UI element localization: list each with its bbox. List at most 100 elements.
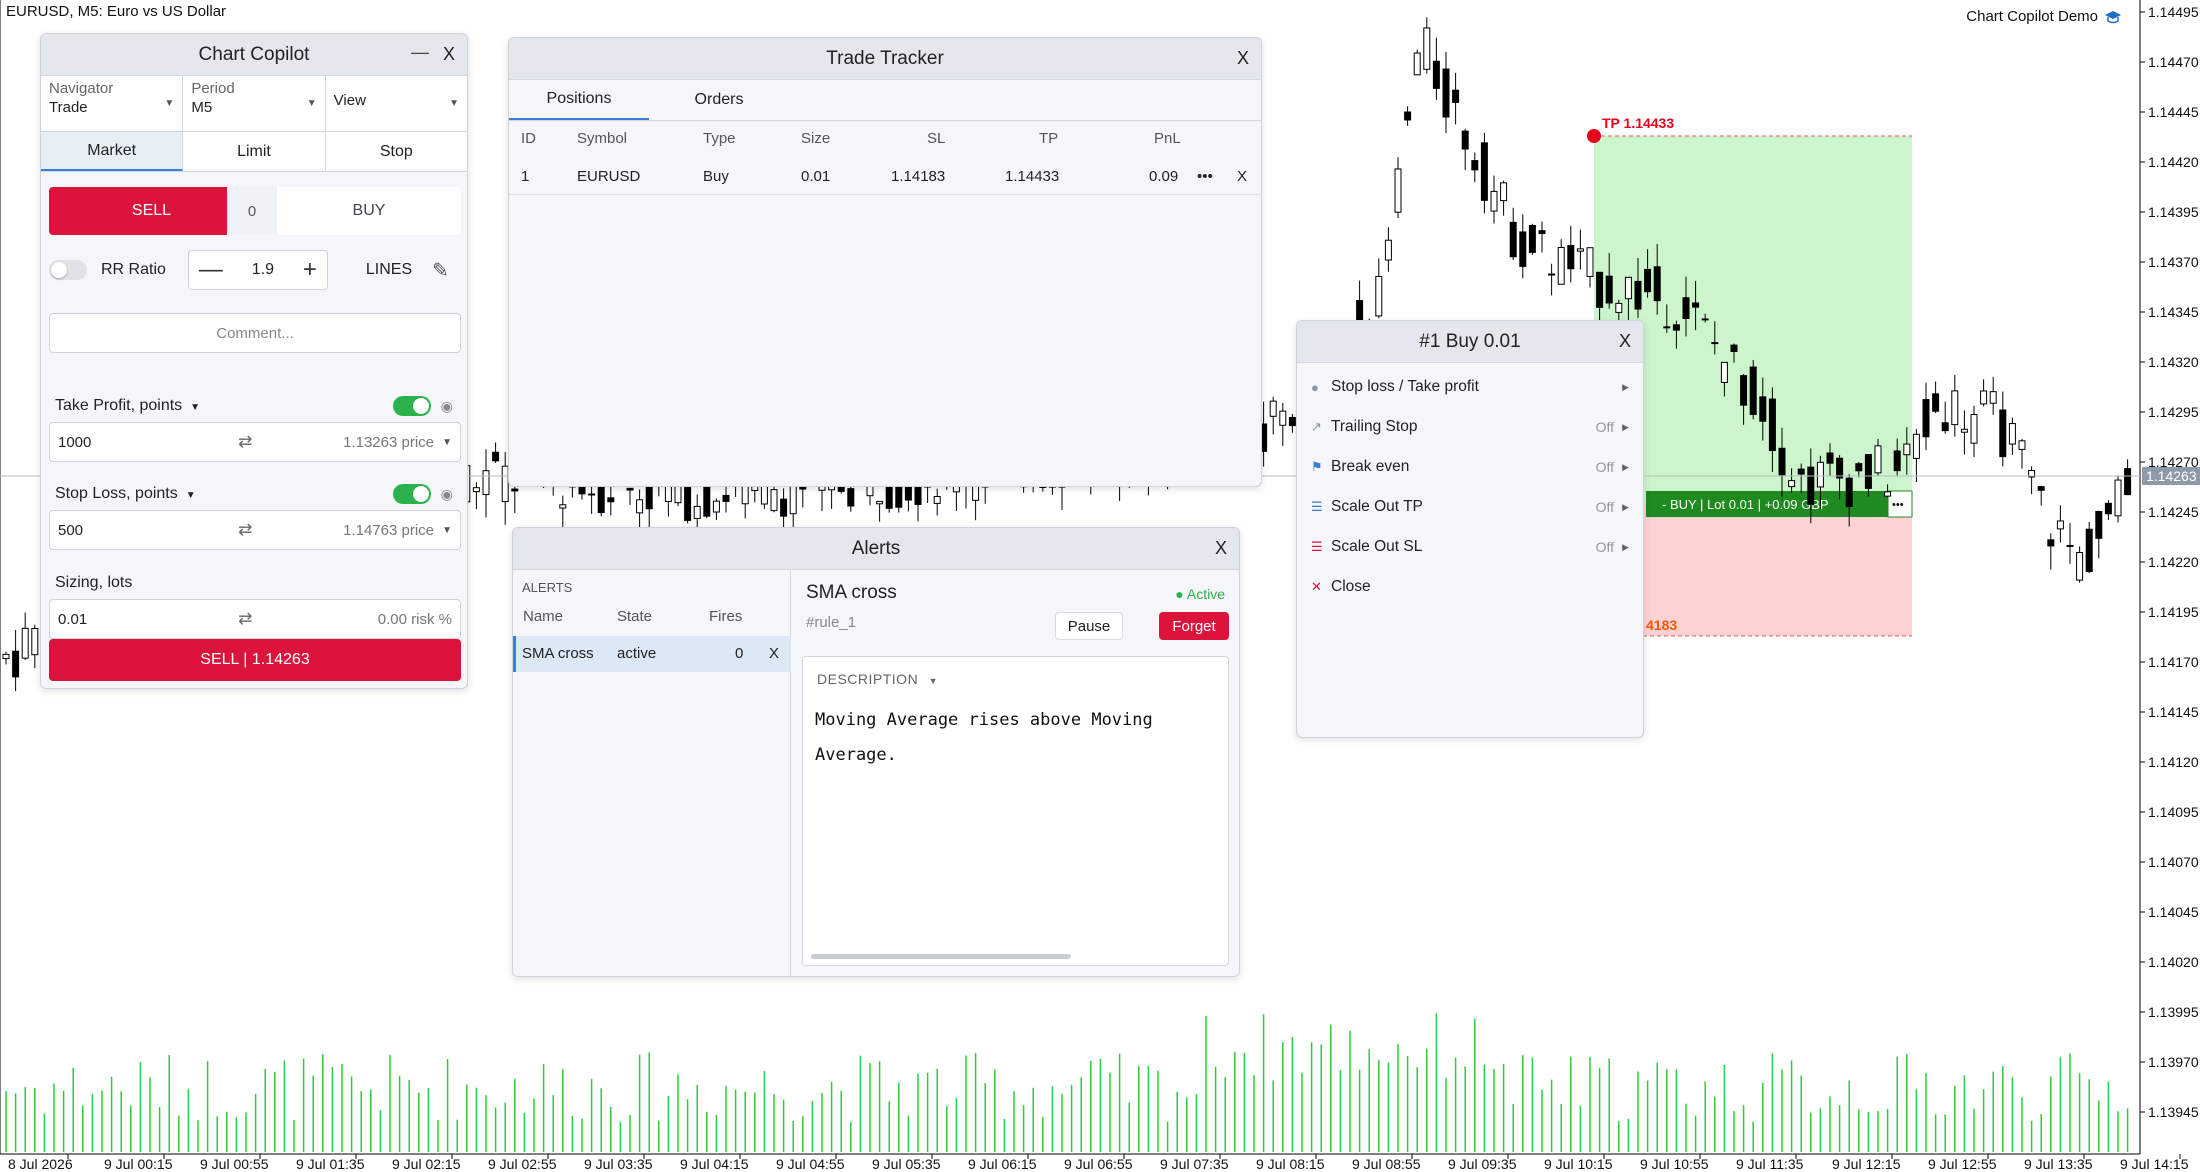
time-label: 9 Jul 02:15 — [392, 1156, 461, 1172]
time-label: 9 Jul 05:35 — [872, 1156, 941, 1172]
menu-item-sl-tp[interactable]: ● Stop loss / Take profit ▶ — [1311, 367, 1629, 407]
tracker-header[interactable]: Trade Tracker X — [509, 38, 1261, 80]
tab-stop[interactable]: Stop — [326, 132, 467, 171]
decrement-button[interactable]: — — [199, 256, 223, 284]
take-profit-label[interactable]: Take Profit, points ▼ — [55, 397, 200, 415]
candle-body — [1404, 111, 1412, 121]
candle-body — [1490, 190, 1498, 212]
take-profit-input[interactable]: 1000 — [58, 434, 238, 451]
current-price-label: 1.14263 — [2146, 468, 2197, 484]
col-id: ID — [521, 130, 536, 147]
description-box[interactable]: DESCRIPTION ▼ Moving Average rises above… — [802, 656, 1229, 966]
menu-item-break-even[interactable]: ⚑ Break even Off ▶ — [1311, 447, 1629, 487]
stop-loss-toggle[interactable] — [392, 484, 431, 504]
tab-positions[interactable]: Positions — [509, 80, 649, 120]
menu-item-scale-out-tp[interactable]: ☰ Scale Out TP Off ▶ — [1311, 487, 1629, 527]
candle-body — [1797, 468, 1805, 475]
stop-loss-label[interactable]: Stop Loss, points ▼ — [55, 485, 196, 503]
candle-body — [1989, 391, 1997, 404]
minimize-button[interactable]: — — [411, 42, 429, 63]
chevron-down-icon[interactable]: ▼ — [434, 437, 452, 448]
candle-body — [1548, 273, 1556, 276]
swap-icon[interactable]: ⇄ — [238, 432, 278, 452]
take-profit-price[interactable]: 1.13263 price — [278, 434, 434, 451]
buy-side-button[interactable]: BUY — [277, 187, 461, 235]
price-label: 1.14120 — [2148, 754, 2199, 770]
close-position-button[interactable]: X — [1237, 168, 1247, 185]
menu-item-close[interactable]: ✕ Close — [1311, 567, 1629, 607]
candle-body — [31, 627, 39, 656]
pencil-icon[interactable]: ✎ — [432, 258, 449, 283]
menu-item-scale-out-sl[interactable]: ☰ Scale Out SL Off ▶ — [1311, 527, 1629, 567]
sell-submit-button[interactable]: SELL | 1.14263 — [49, 639, 461, 681]
cell-pnl: 0.09 — [1149, 168, 1179, 185]
swap-icon[interactable]: ⇄ — [238, 609, 278, 629]
candle-body — [1423, 27, 1431, 70]
description-header[interactable]: DESCRIPTION ▼ — [817, 671, 938, 687]
delete-alert-button[interactable]: X — [769, 645, 779, 662]
horizontal-scrollbar[interactable] — [811, 954, 1071, 959]
candle-body — [607, 497, 615, 503]
close-button[interactable]: X — [1215, 538, 1227, 559]
chevron-right-icon: ▶ — [1622, 541, 1629, 552]
candle-body — [1500, 182, 1508, 202]
navigator-select[interactable]: Navigator Trade ▼ — [41, 76, 184, 131]
tab-orders[interactable]: Orders — [649, 80, 789, 120]
candle-body — [1826, 452, 1834, 464]
comment-input[interactable]: Comment... — [49, 313, 461, 353]
more-options-icon: ••• — [1892, 499, 1904, 511]
position-header[interactable]: #1 Buy 0.01 X — [1297, 321, 1643, 363]
candle-body — [21, 627, 29, 659]
rule-id: #rule_1 — [806, 614, 857, 631]
pause-button[interactable]: Pause — [1055, 612, 1123, 640]
candle-body — [1730, 344, 1738, 352]
candle-body — [1528, 224, 1536, 253]
time-label: 9 Jul 10:55 — [1640, 1156, 1709, 1172]
eye-icon[interactable]: ◉ — [441, 486, 453, 503]
trade-tracker-panel: Trade Tracker X Positions Orders ID Symb… — [508, 37, 1262, 487]
swap-icon[interactable]: ⇄ — [238, 520, 278, 540]
candle-body — [511, 488, 519, 492]
risk-percent[interactable]: 0.00 risk % — [278, 611, 452, 628]
more-options-icon[interactable]: ••• — [1197, 168, 1213, 185]
alerts-header[interactable]: Alerts X — [513, 528, 1239, 570]
close-button[interactable]: X — [1619, 331, 1631, 352]
price-label: 1.14445 — [2148, 104, 2199, 120]
candle-body — [1586, 247, 1594, 277]
menu-item-trailing-stop[interactable]: ↗ Trailing Stop Off ▶ — [1311, 407, 1629, 447]
increment-button[interactable]: + — [303, 256, 317, 284]
graduation-cap-icon — [2105, 10, 2121, 23]
candle-body — [2008, 423, 2016, 445]
chevron-down-icon[interactable]: ▼ — [434, 525, 452, 536]
eye-icon[interactable]: ◉ — [441, 398, 453, 415]
candle-body — [559, 504, 567, 509]
candle-body — [712, 500, 720, 513]
candle-body — [1557, 246, 1565, 285]
stop-loss-price[interactable]: 1.14763 price — [278, 522, 434, 539]
close-button[interactable]: X — [1237, 48, 1249, 69]
forget-button[interactable]: Forget — [1159, 612, 1229, 640]
candle-body — [1605, 275, 1613, 304]
chevron-down-icon: ▼ — [449, 98, 459, 109]
time-label: 9 Jul 11:35 — [1736, 1156, 1804, 1172]
copilot-header[interactable]: Chart Copilot — X — [41, 34, 467, 76]
candle-body — [1471, 160, 1479, 171]
view-select[interactable]: View ▼ — [326, 76, 467, 131]
sizing-input[interactable]: 0.01 — [58, 611, 238, 628]
rr-ratio-toggle[interactable] — [49, 260, 87, 280]
candle-body — [1999, 409, 2007, 458]
list-item[interactable]: SMA cross active 0 X — [513, 636, 791, 672]
take-profit-toggle[interactable] — [392, 396, 431, 416]
candle-body — [722, 494, 730, 502]
lines-label: LINES — [365, 261, 413, 278]
sell-side-button[interactable]: SELL — [49, 187, 254, 235]
period-select[interactable]: Period M5 ▼ — [183, 76, 326, 131]
tab-limit[interactable]: Limit — [183, 132, 326, 171]
stop-loss-input[interactable]: 500 — [58, 522, 238, 539]
tab-market[interactable]: Market — [41, 132, 184, 171]
candle-body — [1279, 410, 1287, 426]
alerts-title: Alerts — [851, 537, 901, 559]
close-button[interactable]: X — [443, 44, 455, 65]
col-tp: TP — [1039, 130, 1059, 147]
rr-ratio-value[interactable]: 1.9 — [252, 261, 274, 279]
